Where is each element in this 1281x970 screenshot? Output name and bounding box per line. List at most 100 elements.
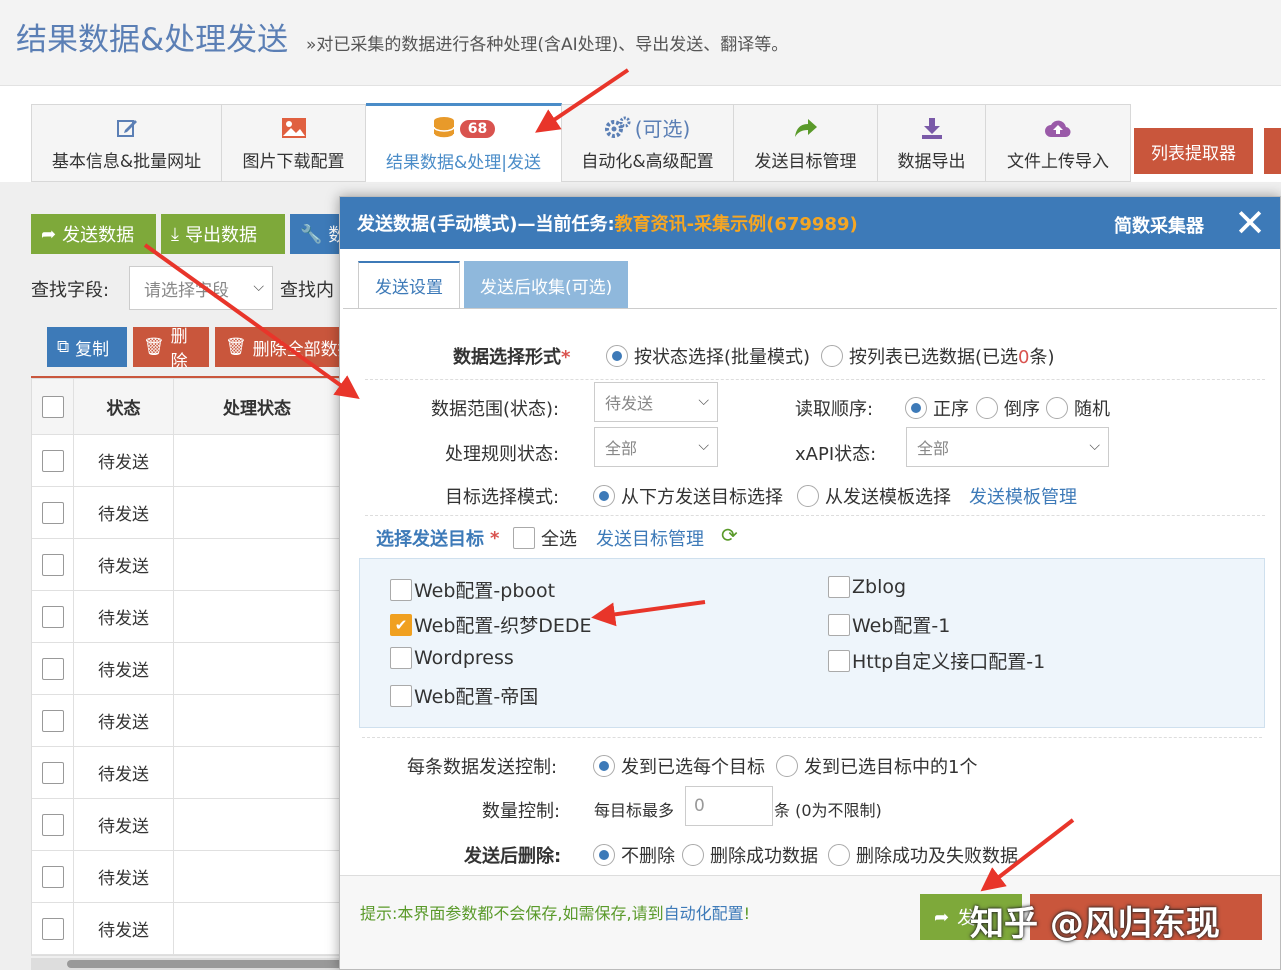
target-mode-label: 目标选择模式: [445,487,560,508]
checkbox[interactable] [513,527,535,549]
rule-status-select[interactable]: 全部 ⌵ [594,427,718,467]
template-manage-link[interactable]: 发送模板管理 [969,483,1077,509]
checkbox[interactable] [828,649,850,672]
radio-button[interactable] [593,755,615,777]
table-row[interactable]: 待发送 [32,591,340,643]
select-all-targets[interactable]: 全选 [513,525,577,551]
select-mode-list-option[interactable]: 按列表已选数据(已选0条) [821,343,1055,369]
tab-image-download[interactable]: 图片下载配置 [222,105,366,181]
radio-button[interactable] [1046,397,1068,419]
table-row[interactable]: 待发送 [32,747,340,799]
order-random-option[interactable]: 随机 [1046,395,1110,421]
copy-button[interactable]: ⧉ 复制 [47,327,127,367]
tab-post-send-collect[interactable]: 发送后收集(可选) [464,261,629,309]
table-row[interactable]: 待发送 [32,695,340,747]
image-icon [281,115,307,141]
xapi-status-select[interactable]: 全部 ⌵ [906,427,1109,467]
column-header-process-status: 处理状态 [223,399,291,419]
radio-button[interactable] [593,485,615,507]
select-mode-batch-option[interactable]: 按状态选择(批量模式) [606,343,810,369]
export-data-button[interactable]: ⤓ 导出数据 [161,214,285,254]
row-checkbox[interactable] [41,813,64,836]
data-table: 状态 处理状态 待发送 待发送 待发送 待发送 待发送 待发送 待发送 待发送 … [31,378,341,956]
send-to-one-option[interactable]: 发到已选目标中的1个 [776,753,977,779]
tab-file-upload[interactable]: 文件上传导入 [986,105,1130,181]
table-row[interactable]: 待发送 [32,487,340,539]
target-option[interactable]: Zblog [828,576,906,598]
row-checkbox[interactable] [41,917,64,940]
table-row[interactable]: 待发送 [32,799,340,851]
send-data-button[interactable]: ➦ 发送数据 [31,214,156,254]
table-row[interactable]: 待发送 [32,903,340,955]
table-row[interactable]: 待发送 [32,435,340,487]
target-option[interactable]: Wordpress [390,647,514,669]
radio-button[interactable] [593,844,615,866]
order-asc-option[interactable]: 正序 [905,395,969,421]
row-checkbox[interactable] [41,709,64,732]
radio-button[interactable] [776,755,798,777]
row-checkbox[interactable] [41,605,64,628]
table-row[interactable]: 待发送 [32,539,340,591]
target-option[interactable]: ✔ Web配置-织梦DEDE [390,611,592,638]
tab-data-export[interactable]: 数据导出 [878,105,986,181]
checkbox[interactable] [828,613,850,636]
order-desc-option[interactable]: 倒序 [976,395,1040,421]
delete-all-option[interactable]: 删除成功及失败数据 [828,842,1018,868]
radio-button[interactable] [905,397,927,419]
select-all-checkbox[interactable] [41,395,64,418]
no-delete-option[interactable]: 不删除 [593,842,675,868]
tab-automation[interactable]: (可选) 自动化&高级配置 [562,105,734,181]
quantity-input[interactable]: 0 [685,786,773,826]
checkbox[interactable] [390,684,412,707]
list-extractor-button[interactable]: 列表提取器 [1134,128,1253,174]
find-field-select[interactable]: 请选择字段 ⌵ [129,266,273,310]
delete-button[interactable]: 🗑 删除 [133,327,209,372]
more-tools-button[interactable]: 🔧 数 [290,214,346,254]
target-option[interactable]: Web配置-1 [828,611,950,638]
trash-icon: 🗑 [225,337,247,357]
target-list-box: Web配置-pboot ✔ Web配置-织梦DEDE Wordpress Web配… [359,558,1265,728]
radio-button[interactable] [606,345,628,367]
tab-result-data[interactable]: 68 结果数据&处理|发送 [366,103,562,183]
target-option[interactable]: Web配置-pboot [390,576,555,603]
delete-all-button[interactable]: 🗑删除全部数据 [215,327,341,367]
target-mode-list-option[interactable]: 从下方发送目标选择 [593,483,783,509]
radio-button[interactable] [682,844,704,866]
share-icon: ➦ [934,906,950,928]
radio-button[interactable] [976,397,998,419]
target-option[interactable]: Web配置-帝国 [390,682,538,709]
radio-button[interactable] [821,345,843,367]
tab-send-settings[interactable]: 发送设置 [358,261,460,309]
tab-send-target[interactable]: 发送目标管理 [734,105,878,181]
refresh-icon[interactable]: ⟳ [721,523,738,547]
cloud-upload-icon [1044,115,1072,141]
row-checkbox[interactable] [41,657,64,680]
checkbox-checked[interactable]: ✔ [390,613,412,636]
page-header: 结果数据&处理发送 »对已采集的数据进行各种处理(含AI处理)、导出发送、翻译等… [0,0,1281,86]
row-checkbox[interactable] [41,449,64,472]
checkbox[interactable] [828,576,850,598]
row-status: 待发送 [74,747,174,798]
checkbox[interactable] [390,647,412,669]
range-select[interactable]: 待发送 ⌵ [594,382,718,422]
row-checkbox[interactable] [41,865,64,888]
target-manage-link[interactable]: 发送目标管理 [596,525,704,551]
target-option[interactable]: Http自定义接口配置-1 [828,647,1045,674]
radio-button[interactable] [828,844,850,866]
table-row[interactable]: 待发送 [32,851,340,903]
target-mode-template-option[interactable]: 从发送模板选择 [797,483,951,509]
find-field-label: 查找字段: [31,280,110,301]
table-row[interactable]: 待发送 [32,643,340,695]
checkbox[interactable] [390,578,412,601]
send-to-each-option[interactable]: 发到已选每个目标 [593,753,765,779]
automation-config-link[interactable]: 自动化配置 [664,904,744,923]
tab-basic-info[interactable]: 基本信息&批量网址 [32,105,222,181]
close-icon[interactable]: ✕ [1234,201,1266,245]
tab-label: 基本信息&批量网址 [51,151,202,172]
delete-success-option[interactable]: 删除成功数据 [682,842,818,868]
row-checkbox[interactable] [41,501,64,524]
row-checkbox[interactable] [41,553,64,576]
extra-button[interactable] [1264,128,1281,174]
row-checkbox[interactable] [41,761,64,784]
radio-button[interactable] [797,485,819,507]
